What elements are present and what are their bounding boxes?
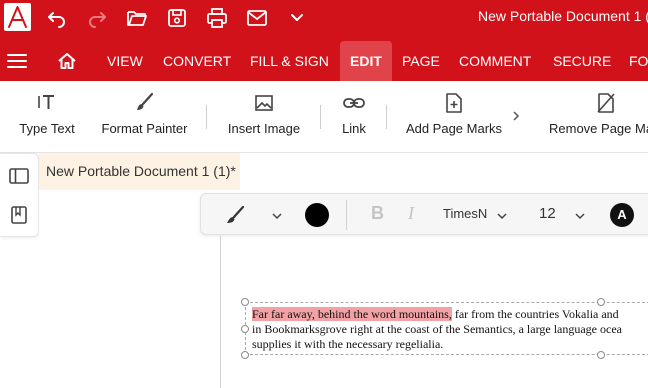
link-button[interactable]: Link [334, 81, 374, 153]
left-panel-rail [0, 153, 39, 237]
ribbon-divider [386, 105, 387, 129]
resize-handle[interactable] [241, 325, 249, 333]
text-line[interactable]: Far far away, behind the word mountains,… [252, 307, 619, 322]
image-icon [252, 91, 276, 115]
chevron-down-icon[interactable] [271, 209, 283, 227]
add-page-marks-button[interactable]: Add Page Marks [402, 81, 506, 153]
format-painter-label: Format Painter [101, 121, 188, 136]
add-page-marks-label: Add Page Marks [405, 121, 503, 136]
tab-form[interactable]: FO [629, 41, 648, 81]
text-run[interactable]: far from the countries Vokalia and [452, 307, 619, 321]
sidebar-toggle-icon[interactable] [8, 165, 30, 187]
redo-icon[interactable] [85, 7, 109, 29]
resize-handle[interactable] [597, 351, 605, 359]
text-highlight[interactable]: Far far away, behind the word mountains, [252, 307, 452, 321]
chevron-down-icon[interactable] [574, 209, 586, 227]
tab-convert[interactable]: CONVERT [163, 41, 231, 81]
text-line[interactable]: supplies it with the necessary regeliali… [252, 337, 443, 352]
document-tab-label: New Portable Document 1 (1)* [46, 163, 236, 179]
undo-icon[interactable] [45, 7, 69, 29]
app-logo [4, 3, 31, 31]
format-painter-tool-icon[interactable] [223, 203, 247, 232]
insert-image-label: Insert Image [227, 121, 301, 136]
font-family-select[interactable]: TimesN [443, 206, 487, 221]
ribbon-divider [320, 105, 321, 129]
insert-image-button[interactable]: Insert Image [222, 81, 306, 153]
add-page-marks-icon [442, 91, 466, 115]
link-icon [342, 91, 366, 115]
chevron-down-icon[interactable] [496, 209, 508, 227]
type-text-button[interactable]: Type Text [10, 81, 84, 153]
chevron-down-icon[interactable] [285, 7, 309, 29]
format-divider [346, 200, 347, 230]
text-color-swatch[interactable] [305, 203, 329, 227]
hamburger-menu-icon[interactable] [5, 50, 29, 72]
open-folder-icon[interactable] [125, 7, 149, 29]
ribbon-toolbar: Type Text Format Painter Insert Image Li… [0, 81, 648, 153]
type-text-icon [35, 91, 59, 115]
remove-page-marks-label: Remove Page Ma [549, 121, 648, 136]
type-text-label: Type Text [19, 121, 75, 136]
tab-fill-sign[interactable]: FILL & SIGN [250, 41, 329, 81]
remove-page-marks-icon [594, 91, 618, 115]
link-label: Link [342, 121, 366, 136]
tab-page[interactable]: PAGE [402, 41, 440, 81]
text-line[interactable]: in Bookmarksgrove right at the coast of … [252, 322, 622, 337]
chevron-right-icon [513, 111, 520, 121]
print-icon[interactable] [205, 7, 229, 29]
title-bar: New Portable Document 1 ( [0, 0, 648, 41]
page-edge [220, 236, 221, 388]
home-icon[interactable] [55, 50, 79, 72]
font-size-select[interactable]: 12 [539, 205, 556, 222]
tab-view[interactable]: VIEW [107, 41, 143, 81]
menu-bar: VIEW CONVERT FILL & SIGN EDIT PAGE COMME… [0, 41, 648, 81]
font-style-badge[interactable]: A [610, 203, 634, 227]
italic-icon[interactable]: I [408, 203, 414, 224]
email-icon[interactable] [245, 7, 269, 29]
resize-handle[interactable] [241, 298, 249, 306]
tab-secure[interactable]: SECURE [553, 41, 611, 81]
text-format-toolbar: B I TimesN 12 A [200, 193, 648, 235]
resize-handle[interactable] [597, 298, 605, 306]
format-painter-icon [133, 91, 157, 115]
bookmark-icon[interactable] [8, 204, 30, 226]
tab-edit[interactable]: EDIT [340, 41, 392, 81]
save-icon[interactable] [165, 7, 189, 29]
ribbon-divider [206, 105, 207, 129]
bold-icon[interactable]: B [371, 203, 384, 224]
resize-handle[interactable] [241, 351, 249, 359]
format-painter-button[interactable]: Format Painter [98, 81, 191, 153]
remove-page-marks-button[interactable]: Remove Page Ma [546, 81, 648, 153]
ribbon-scroll-right[interactable] [508, 81, 524, 153]
document-tab[interactable]: New Portable Document 1 (1)* [39, 153, 240, 190]
window-title: New Portable Document 1 ( [478, 8, 648, 24]
tab-comment[interactable]: COMMENT [459, 41, 531, 81]
